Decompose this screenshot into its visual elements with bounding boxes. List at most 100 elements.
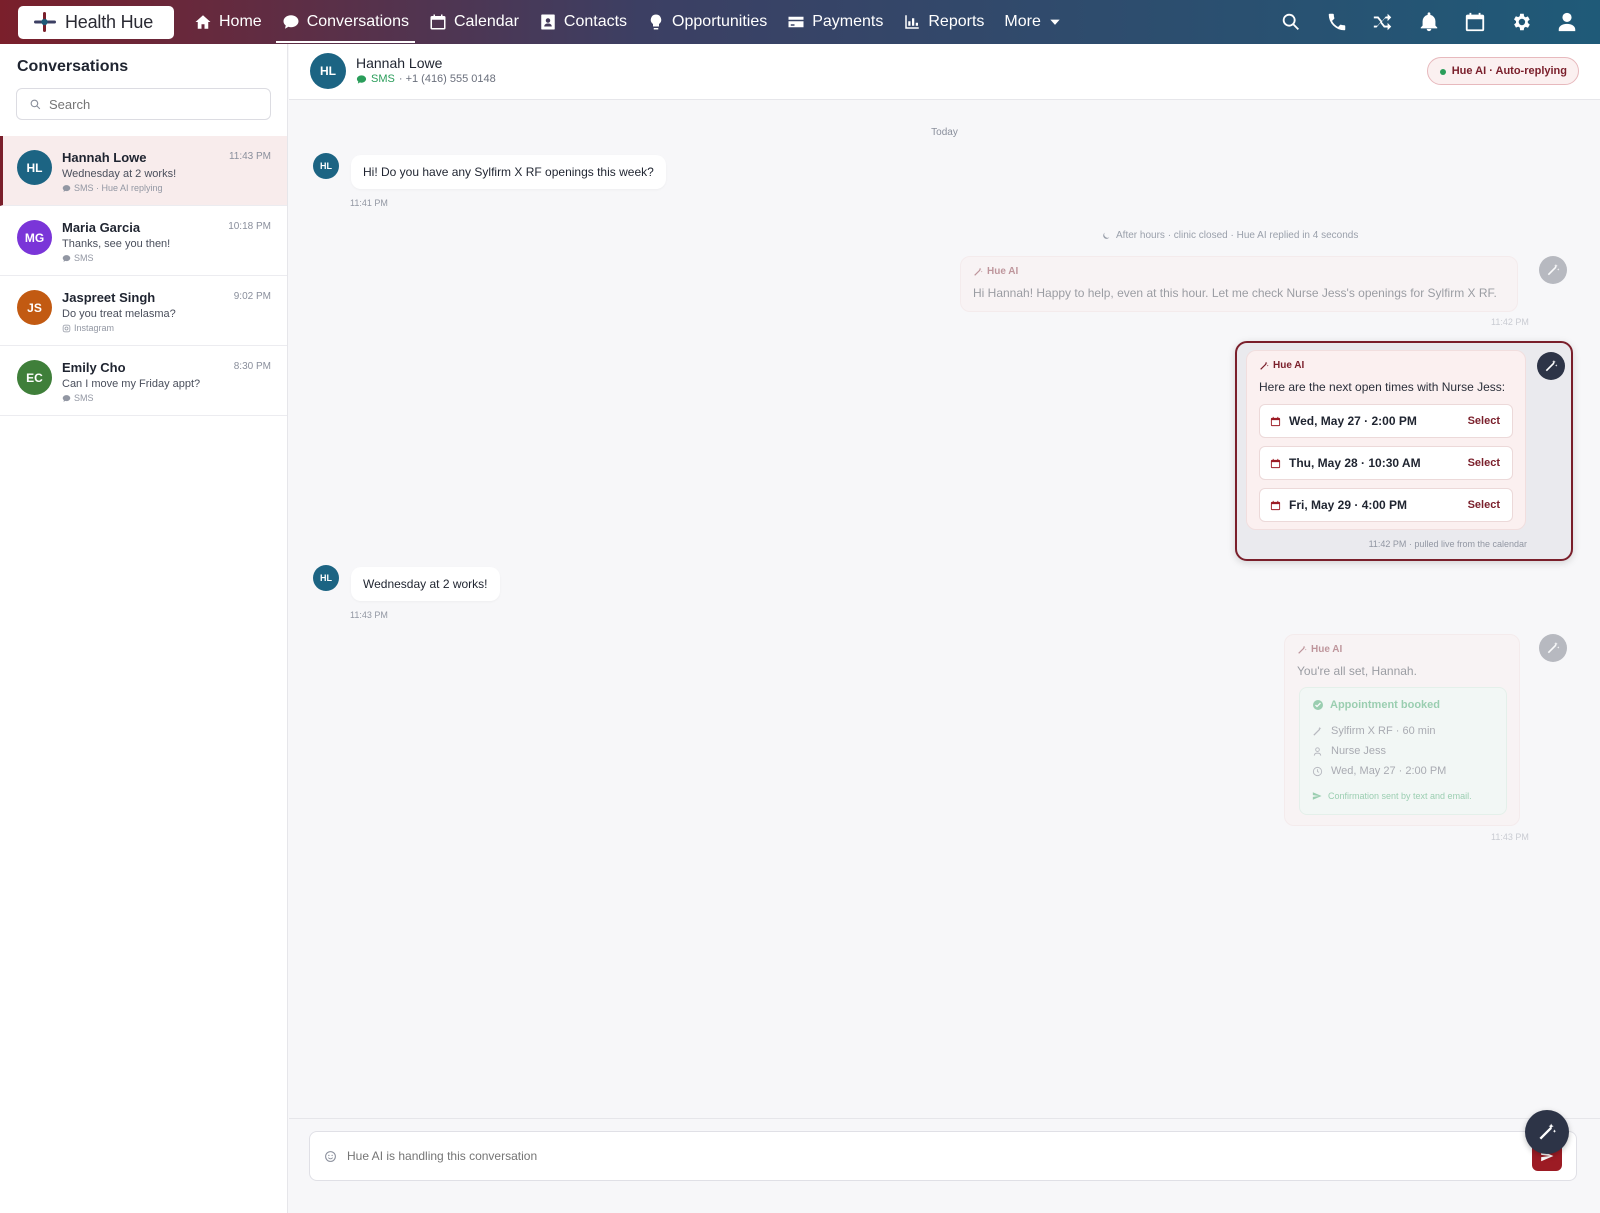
contact-name: Emily Cho [62, 360, 126, 375]
magic-wand-icon [1547, 642, 1560, 654]
nav-conversations[interactable]: Conversations [272, 2, 419, 43]
booking-service: Sylfirm X RF · 60 min [1312, 725, 1436, 737]
user-icon [1313, 746, 1322, 756]
channel-text: SMS [74, 393, 94, 403]
booking-provider-text: Nurse Jess [1331, 745, 1387, 757]
contacts-icon [541, 14, 555, 30]
message-time: 11:41 PM [350, 198, 388, 208]
ai-message-text: Here are the next open times with Nurse … [1259, 380, 1506, 394]
nav-contacts[interactable]: Contacts [529, 2, 637, 42]
magic-wand-icon [1547, 264, 1560, 276]
slot-option[interactable]: Wed, May 27 · 2:00 PM Select [1259, 404, 1513, 438]
ai-message-text: You're all set, Hannah. [1297, 664, 1417, 678]
brand-name: Health Hue [65, 11, 154, 32]
nav-reports[interactable]: Reports [893, 2, 994, 42]
channel-label: SMS [371, 73, 395, 85]
calendar-icon[interactable] [1464, 11, 1486, 33]
message-preview: Wednesday at 2 works! [62, 168, 177, 180]
search-input[interactable] [49, 96, 249, 112]
select-button[interactable]: Select [1468, 499, 1500, 511]
conversation-item[interactable]: JS Jaspreet Singh 9:02 PM Do you treat m… [0, 276, 287, 346]
chevron-down-icon [1050, 19, 1060, 25]
calendar-icon [430, 14, 446, 30]
chat-panel: HL Hannah Lowe SMS · +1 (416) 555 0148 H… [289, 44, 1600, 1213]
channel-text: Instagram [74, 323, 115, 333]
nav-home[interactable]: Home [184, 2, 272, 42]
slot-option[interactable]: Thu, May 28 · 10:30 AM Select [1259, 446, 1513, 480]
slot-option[interactable]: Fri, May 29 · 4:00 PM Select [1259, 488, 1513, 522]
channel-label: SMS · Hue AI replying [62, 183, 163, 193]
conversation-item[interactable]: MG Maria Garcia 10:18 PM Thanks, see you… [0, 206, 287, 276]
nav-calendar-label: Calendar [453, 13, 519, 30]
contact-name: Maria Garcia [62, 220, 141, 235]
lightbulb-icon [650, 14, 662, 30]
message-time: 11:43 PM [350, 610, 388, 620]
chat-header: HL Hannah Lowe SMS · +1 (416) 555 0148 H… [289, 44, 1600, 100]
incoming-message: Wednesday at 2 works! [351, 567, 500, 601]
avatar: JS [17, 290, 52, 325]
magic-wand-icon [1260, 361, 1269, 370]
ai-slot-card-highlight: Hue AI Here are the next open times with… [1235, 341, 1573, 561]
ai-label-text: Hue AI [987, 266, 1019, 277]
sidebar-title: Conversations [17, 58, 129, 75]
ai-status-badge[interactable]: Hue AI · Auto-replying [1426, 57, 1579, 85]
channel-label: SMS [62, 253, 94, 263]
check-circle-icon [1313, 700, 1323, 710]
brand-logo[interactable]: Health Hue [18, 5, 174, 39]
nav-more-label: More [1004, 13, 1041, 30]
nav-more[interactable]: More [994, 2, 1071, 42]
ai-assistant-button[interactable] [1525, 1110, 1569, 1154]
chat-icon [62, 254, 71, 262]
ai-label: Hue AI [1259, 360, 1304, 371]
bell-icon[interactable] [1418, 11, 1440, 33]
nav-opportunities[interactable]: Opportunities [637, 2, 777, 42]
avatar: EC [17, 360, 52, 395]
avatar[interactable]: HL [310, 53, 346, 89]
nav-payments[interactable]: Payments [777, 2, 893, 42]
message-time: 11:42 PM · pulled live from the calendar [1368, 539, 1527, 549]
confirmation-text: Confirmation sent by text and email. [1328, 791, 1472, 801]
phone-icon[interactable] [1326, 11, 1348, 33]
ai-label-text: Hue AI [1311, 644, 1343, 655]
message-preview: Thanks, see you then! [62, 238, 171, 250]
conversation-item[interactable]: HL Hannah Lowe 11:43 PM Wednesday at 2 w… [0, 136, 287, 206]
bar-chart-icon [905, 15, 920, 29]
magic-wand-icon [1539, 1123, 1557, 1140]
conversation-item[interactable]: EC Emily Cho 8:30 PM Can I move my Frida… [0, 346, 287, 416]
booking-service-text: Sylfirm X RF · 60 min [1331, 725, 1436, 737]
search-box[interactable] [16, 88, 271, 120]
conversation-sidebar: Conversations HL Hannah Lowe 11:43 PM We… [0, 44, 288, 1213]
gear-icon[interactable] [1510, 11, 1532, 33]
magic-wand-icon [974, 267, 983, 276]
contact-name[interactable]: Hannah Lowe [356, 55, 442, 71]
incoming-message: Hi! Do you have any Sylfirm X RF opening… [351, 155, 666, 189]
booking-time-text: Wed, May 27 · 2:00 PM [1331, 765, 1447, 777]
ai-message: Hue AI Hi Hannah! Happy to help, even at… [960, 256, 1518, 312]
emoji-icon[interactable] [324, 1150, 337, 1163]
after-hours-note: After hours · clinic closed · Hue AI rep… [1101, 230, 1358, 241]
calendar-icon [1270, 458, 1281, 468]
booking-title: Appointment booked [1312, 699, 1440, 711]
search-icon[interactable] [1280, 11, 1302, 33]
chat-icon [356, 74, 367, 84]
shuffle-icon[interactable] [1372, 11, 1394, 33]
select-button[interactable]: Select [1468, 457, 1500, 469]
magic-wand-icon [1313, 726, 1322, 736]
nav-opportunities-label: Opportunities [672, 13, 768, 30]
booking-confirmation-note: Confirmation sent by text and email. [1312, 791, 1472, 801]
channel-label: Instagram [62, 323, 114, 333]
nav-calendar[interactable]: Calendar [419, 2, 529, 42]
user-icon[interactable] [1556, 11, 1578, 33]
day-divider: Today [931, 127, 958, 138]
conversation-list: HL Hannah Lowe 11:43 PM Wednesday at 2 w… [0, 136, 287, 416]
channel-text: SMS [74, 253, 94, 263]
message-input[interactable] [347, 1149, 1247, 1163]
nav-actions [1280, 0, 1578, 44]
avatar: HL [17, 150, 52, 185]
nav-home-label: Home [219, 13, 262, 30]
composer-area [289, 1118, 1600, 1213]
contact-name: Hannah Lowe [62, 150, 147, 165]
slot-label: Wed, May 27 · 2:00 PM [1289, 414, 1417, 428]
select-button[interactable]: Select [1468, 415, 1500, 427]
message-composer[interactable] [309, 1131, 1577, 1181]
